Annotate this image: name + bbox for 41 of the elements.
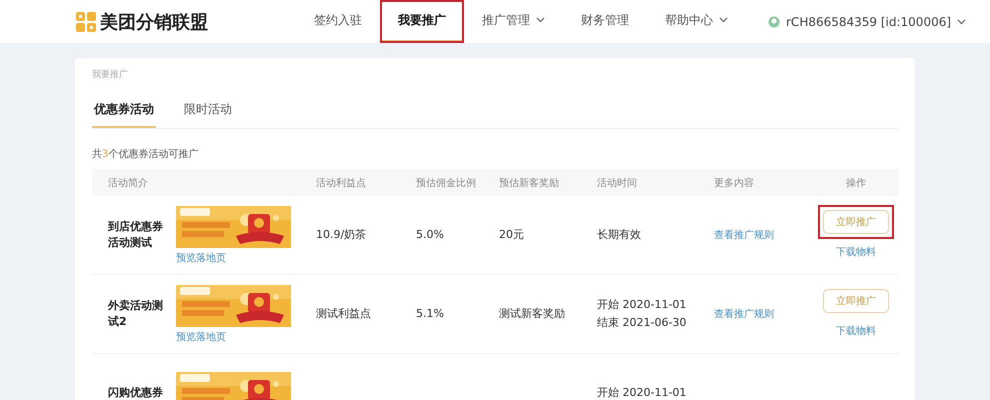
logo-icon: [76, 12, 96, 32]
column-header: 活动时间: [597, 176, 638, 190]
column-header: 预估新客奖励: [499, 176, 560, 190]
table-cell-text: 到店优惠券活动测试: [106, 218, 164, 251]
table-cell-text: 5.0%: [416, 227, 445, 244]
preview-link[interactable]: 预览落地页: [176, 330, 316, 344]
column-header: 活动简介: [107, 176, 149, 190]
table-cell-text: 20元: [499, 227, 525, 244]
nav-item[interactable]: 财务管理: [563, 0, 647, 43]
column-header: 更多内容: [714, 176, 755, 190]
table-cell-text: 开始 2020-11-01: [597, 385, 688, 400]
column-header: 预估佣金比例: [416, 176, 477, 190]
user-menu[interactable]: rCH866584359 [id:100006]: [768, 14, 966, 28]
nav-item[interactable]: 签约入驻: [296, 0, 380, 43]
breadcrumb: 我要推广: [92, 68, 129, 81]
chevron-down-icon: [957, 18, 966, 24]
chevron-down-icon: [536, 17, 545, 23]
tab[interactable]: 限时活动: [182, 97, 234, 128]
table-cell-text: 外卖活动测试2: [106, 298, 164, 330]
chevron-down-icon: [719, 17, 728, 23]
column-header: 操作: [845, 176, 867, 190]
table-cell-text: 测试利益点: [316, 306, 372, 322]
table-cell-text: 10.9/奶茶: [316, 227, 368, 244]
column-header: 活动利益点: [316, 176, 367, 190]
table-cell-text: 闪购优惠券: [107, 384, 164, 400]
table-cell-text: 开始 2020-11-01 结束 2021-06-30: [597, 297, 688, 331]
preview-link[interactable]: 预览落地页: [176, 250, 316, 264]
rules-link[interactable]: 查看推广规则: [714, 228, 814, 242]
nav-item[interactable]: 我要推广: [380, 0, 464, 43]
rules-link[interactable]: 查看推广规则: [714, 307, 814, 321]
download-link[interactable]: 下载物料: [836, 245, 876, 259]
nav-item[interactable]: 推广管理: [464, 0, 563, 43]
download-link[interactable]: 下载物料: [836, 324, 876, 338]
table-cell-text: 5.1%: [416, 306, 445, 322]
avatar-icon: [768, 16, 780, 28]
tab[interactable]: 优惠券活动: [92, 97, 156, 128]
nav-item[interactable]: 帮助中心: [647, 0, 746, 43]
activity-count: 共3个优惠券活动可推广: [92, 148, 200, 161]
table-cell-text: 长期有效: [597, 227, 642, 244]
table-cell-text: 测试新客奖励: [499, 306, 566, 322]
logo-text: 美团分销联盟: [100, 10, 208, 34]
